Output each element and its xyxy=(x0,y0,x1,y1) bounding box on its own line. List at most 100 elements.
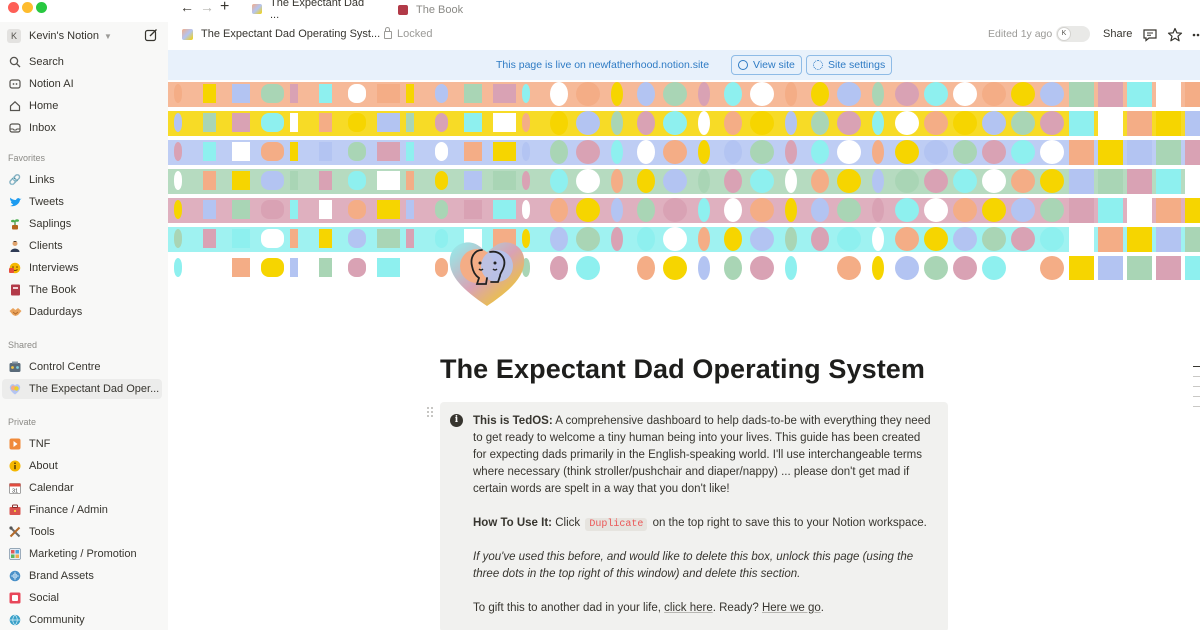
site-settings-button[interactable]: Site settings xyxy=(806,55,893,75)
cover-shape xyxy=(1011,140,1035,164)
sidebar: K Kevin's Notion ▼ Search Notion AI Home… xyxy=(0,22,168,630)
sidebar-item-label: Finance / Admin xyxy=(29,504,108,516)
drag-handle-icon[interactable] xyxy=(426,406,434,418)
cover-shape xyxy=(1069,227,1094,252)
sidebar-item-tweets[interactable]: Tweets xyxy=(2,192,162,212)
cover-shape xyxy=(1185,140,1200,165)
person-icon xyxy=(8,239,22,253)
cover-shape xyxy=(982,169,1006,193)
callout-block[interactable]: i This is TedOS: A comprehensive dashboa… xyxy=(440,402,948,630)
tab-the-book[interactable]: The Book xyxy=(388,0,508,20)
cover-shape xyxy=(982,111,1006,135)
comment-icon[interactable] xyxy=(1142,27,1158,43)
cover-shape xyxy=(261,171,284,190)
cover-shape xyxy=(895,111,919,135)
sidebar-item-tnf[interactable]: TNF xyxy=(2,434,162,454)
avatar: K xyxy=(1057,27,1071,41)
sidebar-item-dadurdays[interactable]: Dadurdays xyxy=(2,302,162,322)
callout-howto[interactable]: How To Use It: Click Duplicate on the to… xyxy=(473,515,935,533)
sidebar-item-brand-assets[interactable]: Brand Assets xyxy=(2,566,162,586)
cover-shape xyxy=(837,227,861,251)
page-title[interactable]: The Expectant Dad Operating System xyxy=(440,354,925,385)
cover-shape xyxy=(348,84,366,103)
cover-shape xyxy=(261,113,284,132)
cover-shape xyxy=(1069,140,1094,165)
cover-shape xyxy=(1185,169,1200,194)
cover-shape xyxy=(435,200,448,219)
sidebar-item-expectant-dad[interactable]: The Expectant Dad Oper... xyxy=(2,379,162,399)
sidebar-item-about[interactable]: About xyxy=(2,456,162,476)
sidebar-item-links[interactable]: 🔗 Links xyxy=(2,170,162,190)
cover-shape xyxy=(611,140,623,164)
sidebar-item-inbox[interactable]: Inbox xyxy=(2,118,162,138)
sidebar-item-search[interactable]: Search xyxy=(2,52,162,72)
sidebar-item-calendar[interactable]: 31 Calendar xyxy=(2,478,162,498)
page-cover-image[interactable] xyxy=(168,80,1200,280)
cover-shape xyxy=(1127,256,1152,280)
intro-text: A comprehensive dashboard to help dads-t… xyxy=(473,415,931,495)
cover-shape xyxy=(1040,227,1064,251)
sidebar-item-the-book[interactable]: The Book xyxy=(2,280,162,300)
cover-shape xyxy=(290,84,298,103)
sidebar-item-home[interactable]: Home xyxy=(2,96,162,116)
minimize-window-button[interactable] xyxy=(22,2,33,13)
sidebar-item-marketing[interactable]: Marketing / Promotion xyxy=(2,544,162,564)
breadcrumb[interactable]: The Expectant Dad Operating Syst... xyxy=(182,28,380,40)
view-site-button[interactable]: View site xyxy=(731,55,802,75)
cover-shape xyxy=(576,198,600,222)
cover-shape xyxy=(377,229,400,248)
share-button[interactable]: Share xyxy=(1103,28,1132,40)
cover-shape xyxy=(522,171,530,190)
locked-indicator[interactable]: Locked xyxy=(384,27,432,40)
sidebar-item-finance[interactable]: Finance / Admin xyxy=(2,500,162,520)
cover-shape xyxy=(435,142,448,161)
sidebar-item-control-centre[interactable]: Control Centre xyxy=(2,357,162,377)
maximize-window-button[interactable] xyxy=(36,2,47,13)
presence-toggle[interactable]: K xyxy=(1056,26,1090,42)
cover-shape xyxy=(1011,198,1035,222)
star-icon[interactable] xyxy=(1167,27,1183,43)
click-here-link[interactable]: click here xyxy=(664,602,713,614)
new-tab-icon[interactable]: + xyxy=(220,0,229,15)
cover-shape xyxy=(698,169,710,193)
cover-shape xyxy=(837,169,861,193)
page-icon-brain[interactable] xyxy=(446,236,528,308)
cover-shape xyxy=(435,171,448,190)
sidebar-item-saplings[interactable]: Saplings xyxy=(2,214,162,234)
cover-shape xyxy=(377,142,400,161)
callout-intro[interactable]: This is TedOS: A comprehensive dashboard… xyxy=(473,413,935,498)
sidebar-item-label: Clients xyxy=(29,240,63,252)
sidebar-item-community[interactable]: Community xyxy=(2,610,162,630)
sidebar-item-clients[interactable]: Clients xyxy=(2,236,162,256)
cover-shape xyxy=(1127,111,1152,136)
here-we-go-link[interactable]: Here we go xyxy=(762,602,821,614)
forward-arrow-icon[interactable]: → xyxy=(200,0,214,14)
sidebar-item-notion-ai[interactable]: Notion AI xyxy=(2,74,162,94)
howto-post: on the top right to save this to your No… xyxy=(652,517,927,529)
cover-shape xyxy=(1098,256,1123,280)
cover-shape xyxy=(319,113,332,132)
sidebar-item-label: Tweets xyxy=(29,196,64,208)
more-options-icon[interactable] xyxy=(1192,27,1200,43)
callout-italic-note[interactable]: If you've used this before, and would li… xyxy=(473,549,935,583)
sidebar-item-tools[interactable]: Tools xyxy=(2,522,162,542)
cover-shape xyxy=(576,111,600,135)
cover-shape xyxy=(895,227,919,251)
new-page-icon[interactable] xyxy=(144,28,158,42)
table-of-contents-ticks[interactable] xyxy=(1193,366,1200,416)
cover-shape xyxy=(203,84,216,103)
sidebar-item-label: Links xyxy=(29,174,55,186)
close-window-button[interactable] xyxy=(8,2,19,13)
cover-shape xyxy=(953,198,977,222)
sidebar-item-social[interactable]: Social xyxy=(2,588,162,608)
sidebar-item-interviews[interactable]: Interviews xyxy=(2,258,162,278)
workspace-switcher[interactable]: K Kevin's Notion ▼ xyxy=(7,26,112,46)
cover-shape xyxy=(464,142,482,161)
back-arrow-icon[interactable]: ← xyxy=(180,0,194,14)
cover-shape xyxy=(637,111,655,135)
cover-shape xyxy=(377,258,400,277)
cover-shape xyxy=(203,258,216,277)
tab-expectant-dad[interactable]: The Expectant Dad ... xyxy=(242,0,380,21)
cover-shape xyxy=(406,113,414,132)
callout-gift[interactable]: To gift this to another dad in your life… xyxy=(473,600,935,617)
